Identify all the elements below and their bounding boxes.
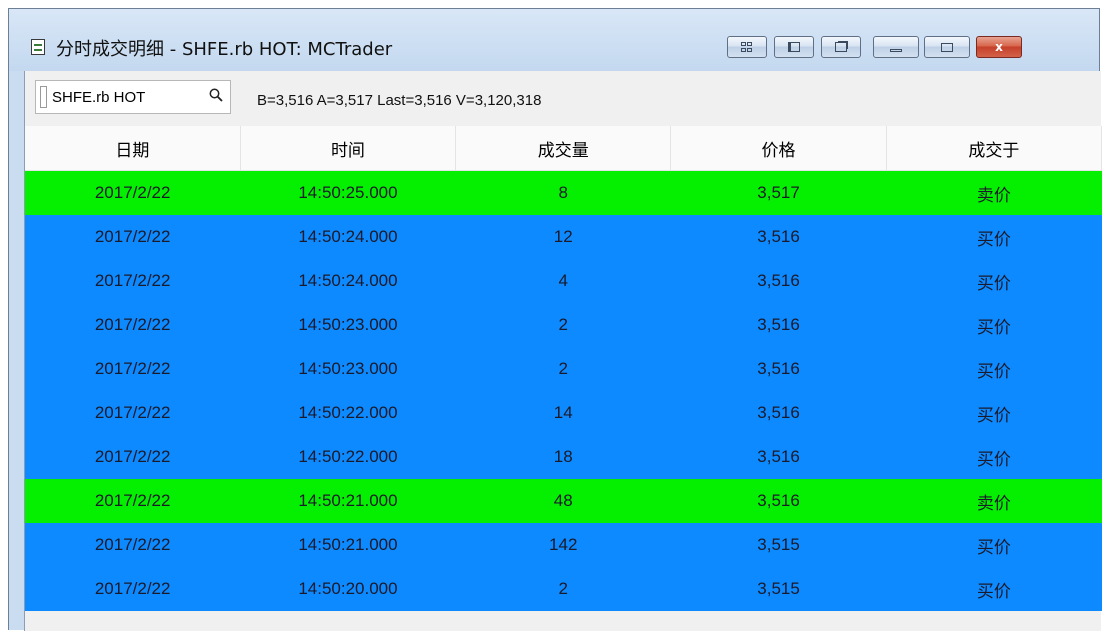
cell-time: 14:50:22.000 — [240, 435, 456, 479]
table-row[interactable]: 2017/2/22 14:50:24.000 12 3,516 买价 — [25, 215, 1102, 259]
cell-price: 3,516 — [670, 303, 887, 347]
search-icon[interactable] — [209, 88, 223, 102]
column-header-time[interactable]: 时间 — [240, 126, 457, 171]
cell-date: 2017/2/22 — [25, 170, 241, 215]
table-row[interactable]: 2017/2/22 14:50:23.000 2 3,516 买价 — [25, 347, 1102, 391]
cell-price: 3,516 — [670, 391, 887, 435]
quote-summary-text: B=3,516 A=3,517 Last=3,516 V=3,120,318 — [257, 92, 542, 109]
table-row[interactable]: 2017/2/22 14:50:22.000 18 3,516 买价 — [25, 435, 1102, 479]
column-header-volume[interactable]: 成交量 — [455, 126, 672, 171]
cell-volume: 2 — [455, 347, 671, 391]
detach-button[interactable] — [821, 36, 861, 58]
cell-volume: 18 — [455, 435, 671, 479]
cell-side: 卖价 — [886, 479, 1102, 523]
cell-price: 3,516 — [670, 347, 887, 391]
cell-price: 3,517 — [670, 170, 887, 215]
cell-date: 2017/2/22 — [25, 391, 241, 435]
maximize-icon — [941, 42, 953, 52]
detach-icon — [835, 42, 847, 52]
close-button[interactable]: x — [976, 36, 1022, 58]
cell-date: 2017/2/22 — [25, 215, 241, 259]
cell-volume: 14 — [455, 391, 671, 435]
table-row[interactable]: 2017/2/22 14:50:21.000 142 3,515 买价 — [25, 523, 1102, 567]
cell-price: 3,516 — [670, 435, 887, 479]
cell-volume: 48 — [455, 479, 671, 523]
pin-button[interactable] — [774, 36, 814, 58]
cell-price: 3,516 — [670, 479, 887, 523]
cell-date: 2017/2/22 — [25, 523, 241, 567]
cell-price: 3,516 — [670, 215, 887, 259]
column-header-date[interactable]: 日期 — [25, 126, 241, 171]
search-caret — [40, 86, 47, 108]
cell-time: 14:50:22.000 — [240, 391, 456, 435]
content-area: B=3,516 A=3,517 Last=3,516 V=3,120,318 日… — [24, 71, 1102, 631]
table-row[interactable]: 2017/2/22 14:50:25.000 8 3,517 卖价 — [25, 170, 1102, 215]
window-title: 分时成交明细 - SHFE.rb HOT: MCTrader — [56, 39, 393, 60]
table-row[interactable]: 2017/2/22 14:50:23.000 2 3,516 买价 — [25, 303, 1102, 347]
table-body: 2017/2/22 14:50:25.000 8 3,517 卖价 2017/2/22 14… — [25, 170, 1102, 611]
cell-volume: 8 — [455, 170, 671, 215]
cell-time: 14:50:23.000 — [240, 347, 456, 391]
cell-price: 3,516 — [670, 259, 887, 303]
table-row[interactable]: 2017/2/22 14:50:20.000 2 3,515 买价 — [25, 567, 1102, 611]
column-header-side[interactable]: 成交于 — [886, 126, 1102, 171]
cell-side: 买价 — [886, 259, 1102, 303]
cell-date: 2017/2/22 — [25, 567, 241, 611]
cell-time: 14:50:21.000 — [240, 523, 456, 567]
cell-volume: 2 — [455, 567, 671, 611]
cell-volume: 4 — [455, 259, 671, 303]
column-header-price[interactable]: 价格 — [670, 126, 887, 171]
minimize-icon — [890, 49, 902, 52]
cell-time: 14:50:24.000 — [240, 259, 456, 303]
close-icon: x — [995, 40, 1003, 54]
app-icon — [31, 39, 45, 55]
cell-side: 买价 — [886, 435, 1102, 479]
cell-volume: 2 — [455, 303, 671, 347]
cell-date: 2017/2/22 — [25, 303, 241, 347]
cell-date: 2017/2/22 — [25, 479, 241, 523]
cell-side: 买价 — [886, 303, 1102, 347]
cell-volume: 142 — [455, 523, 671, 567]
cell-date: 2017/2/22 — [25, 435, 241, 479]
minimize-button[interactable] — [873, 36, 919, 58]
cell-side: 买价 — [886, 567, 1102, 611]
table-header-row: 日期 时间 成交量 价格 成交于 — [25, 126, 1102, 171]
cell-time: 14:50:21.000 — [240, 479, 456, 523]
table-row[interactable]: 2017/2/22 14:50:21.000 48 3,516 卖价 — [25, 479, 1102, 523]
cell-time: 14:50:24.000 — [240, 215, 456, 259]
symbol-search-box[interactable] — [35, 80, 231, 114]
tick-table: 日期 时间 成交量 价格 成交于 2017/2/22 14:50:25.000 8 3… — [25, 126, 1102, 611]
title-bar[interactable]: 分时成交明细 - SHFE.rb HOT: MCTrader x — [9, 9, 1099, 71]
cell-price: 3,515 — [670, 567, 887, 611]
cell-side: 买价 — [886, 215, 1102, 259]
table-row[interactable]: 2017/2/22 14:50:24.000 4 3,516 买价 — [25, 259, 1102, 303]
layout-button[interactable] — [727, 36, 767, 58]
table-row[interactable]: 2017/2/22 14:50:22.000 14 3,516 买价 — [25, 391, 1102, 435]
symbol-input[interactable] — [52, 85, 202, 109]
cell-date: 2017/2/22 — [25, 259, 241, 303]
cell-side: 买价 — [886, 523, 1102, 567]
maximize-button[interactable] — [924, 36, 970, 58]
cell-price: 3,515 — [670, 523, 887, 567]
pin-icon — [788, 42, 800, 52]
cell-time: 14:50:20.000 — [240, 567, 456, 611]
cell-side: 卖价 — [886, 170, 1102, 215]
cell-time: 14:50:23.000 — [240, 303, 456, 347]
cell-side: 买价 — [886, 391, 1102, 435]
cell-volume: 12 — [455, 215, 671, 259]
cell-date: 2017/2/22 — [25, 347, 241, 391]
quote-summary: B=3,516 A=3,517 Last=3,516 V=3,120,318 — [257, 91, 541, 109]
toolbar: B=3,516 A=3,517 Last=3,516 V=3,120,318 — [25, 71, 1101, 126]
empty-area — [25, 612, 1101, 631]
grid-icon — [741, 42, 753, 52]
cell-side: 买价 — [886, 347, 1102, 391]
cell-time: 14:50:25.000 — [240, 170, 456, 215]
tick-detail-window: 分时成交明细 - SHFE.rb HOT: MCTrader x SHFE.rb… — [8, 8, 1102, 631]
